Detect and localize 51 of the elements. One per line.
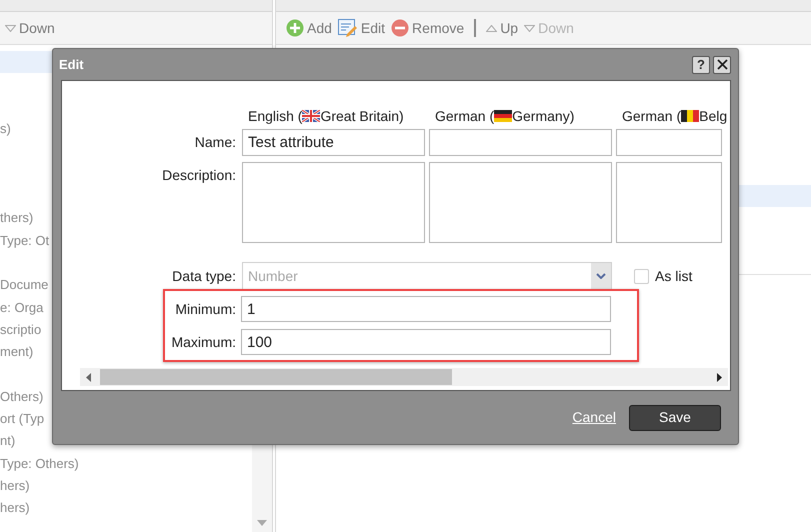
scroll-left-icon[interactable] — [86, 372, 91, 382]
field-label: Description: — [161, 166, 237, 184]
edit-button[interactable]: Edit — [338, 18, 386, 38]
triangle-down-icon — [5, 24, 16, 32]
scroll-right-icon[interactable] — [717, 372, 722, 382]
triangle-up-icon — [486, 24, 498, 32]
plus-icon — [286, 19, 304, 37]
region-label: Belg — [699, 106, 728, 126]
language-label: German ( — [622, 106, 682, 126]
scroll-down-icon[interactable] — [257, 520, 267, 526]
remove-button[interactable]: Remove — [391, 18, 464, 38]
close-button[interactable] — [713, 56, 731, 74]
dialog-title: Edit — [59, 56, 84, 74]
minus-icon — [391, 19, 410, 37]
field-label: Data type: — [171, 266, 237, 286]
region-label: Great Britain) — [320, 106, 404, 126]
checkbox-label: As list — [655, 266, 692, 286]
name-field[interactable]: Test attribute — [242, 129, 425, 156]
language-label: German ( — [435, 106, 494, 126]
scrollbar-thumb[interactable] — [100, 369, 452, 385]
close-icon — [716, 59, 728, 70]
description-field[interactable] — [242, 162, 425, 243]
dropdown-value: Number — [248, 266, 298, 286]
field-label: Maximum: — [170, 332, 237, 352]
region-label: Germany) — [512, 106, 574, 126]
list-item[interactable]: Type: Others) — [0, 452, 252, 475]
down-button[interactable]: Down — [5, 18, 55, 38]
edit-icon — [338, 19, 358, 37]
triangle-down-icon — [524, 24, 536, 32]
description-field[interactable] — [616, 162, 722, 243]
list-item[interactable]: hers) — [0, 496, 252, 520]
up-button[interactable]: Up — [486, 18, 518, 38]
save-button[interactable]: Save — [629, 404, 721, 430]
description-field[interactable] — [429, 162, 612, 243]
add-button[interactable]: Add — [286, 18, 332, 38]
checkbox[interactable] — [634, 268, 649, 284]
field-label: Name: — [194, 133, 237, 152]
chevron-down-icon — [596, 273, 606, 279]
name-field[interactable] — [429, 129, 612, 156]
number-field[interactable]: 100 — [241, 329, 611, 355]
list-item[interactable]: hers) — [0, 474, 252, 497]
name-field[interactable] — [616, 129, 722, 156]
flag-icon — [681, 110, 700, 122]
flag-icon — [302, 110, 320, 122]
language-label: English ( — [248, 106, 302, 126]
cancel-link[interactable]: Cancel — [572, 407, 616, 428]
flag-icon — [494, 110, 512, 122]
help-button[interactable]: ? — [692, 56, 710, 74]
horizontal-scrollbar[interactable] — [80, 368, 728, 386]
number-field[interactable]: 1 — [241, 296, 611, 322]
field-label: Minimum: — [174, 300, 237, 318]
